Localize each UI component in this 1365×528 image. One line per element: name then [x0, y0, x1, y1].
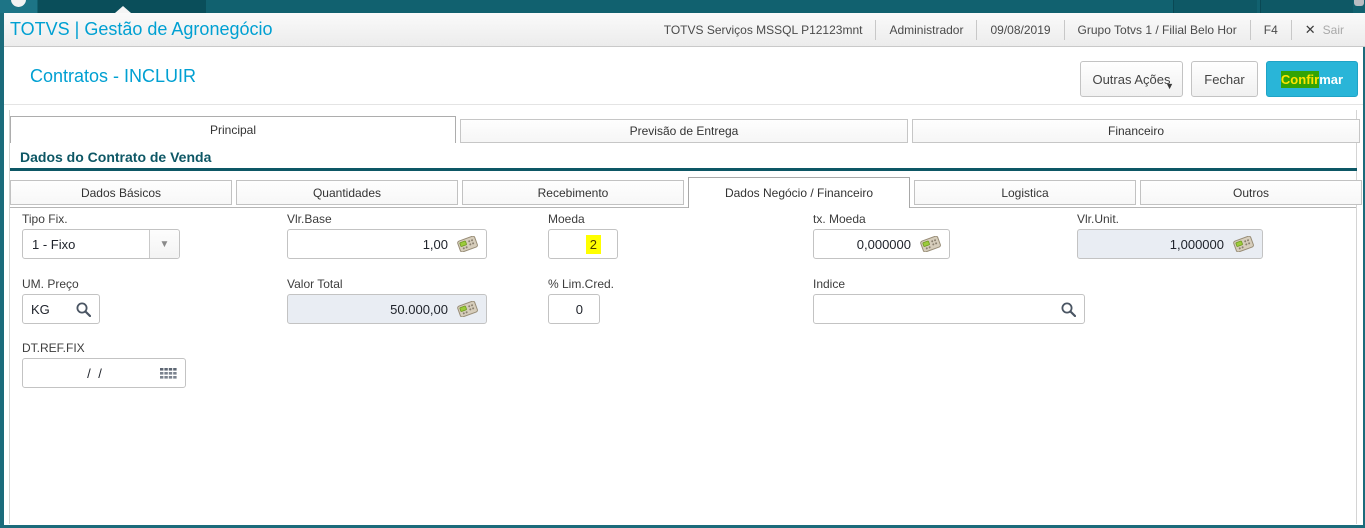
app-logo-icon: [11, 0, 26, 7]
section-title: Dados do Contrato de Venda: [20, 149, 212, 165]
subtab-label: Quantidades: [312, 185, 382, 200]
subtab-logistica[interactable]: Logistica: [914, 180, 1136, 205]
tx-moeda-input[interactable]: 0,000000: [813, 229, 950, 259]
subtab-recebimento[interactable]: Recebimento: [462, 180, 684, 205]
valor-total-input: 50.000,00: [287, 294, 487, 324]
tab-label: Previsão de Entrega: [629, 124, 739, 138]
vlr-unit-label: Vlr.Unit.: [1077, 212, 1120, 226]
chevron-down-icon: ▼: [1165, 81, 1174, 91]
calculator-icon[interactable]: [919, 236, 941, 252]
app-window: TOTVS | Gestão de Agronegócio TOTVS Serv…: [0, 0, 1365, 528]
calendar-icon[interactable]: [160, 367, 177, 379]
close-button-label: Fechar: [1204, 71, 1245, 87]
um-preco-input[interactable]: KG: [22, 294, 100, 324]
tipo-fix-label: Tipo Fix.: [22, 212, 68, 226]
group-branch-label[interactable]: Grupo Totvs 1 / Filial Belo Hor: [1063, 19, 1250, 40]
subtab-label: Logistica: [1001, 185, 1049, 200]
calculator-icon[interactable]: [1232, 236, 1254, 252]
system-date-label: 09/08/2019: [976, 19, 1063, 40]
dt-ref-fix-input[interactable]: / /: [22, 358, 186, 388]
subtab-baseline: [10, 207, 1356, 208]
search-icon[interactable]: [75, 301, 91, 317]
active-browser-tab[interactable]: [38, 0, 206, 13]
exit-button[interactable]: ✕ Sair: [1290, 19, 1357, 40]
panel-left-border: [9, 110, 10, 524]
header-status-area: TOTVS Serviços MSSQL P12123mnt Administr…: [651, 13, 1357, 46]
tipo-fix-value: 1 - Fixo: [32, 236, 76, 252]
subtab-label: Outros: [1232, 185, 1269, 200]
dt-ref-fix-label: DT.REF.FIX: [22, 341, 85, 355]
browser-home-corner[interactable]: [0, 0, 37, 13]
tab-previsao-de-entrega[interactable]: Previsão de Entrega: [460, 119, 908, 143]
indice-label: Indice: [813, 277, 846, 291]
subtab-label: Recebimento: [537, 185, 609, 200]
vlr-unit-input: 1,000000: [1077, 229, 1263, 259]
window-left-edge: [0, 13, 4, 528]
vlr-base-value: 1,00: [422, 236, 448, 252]
confirm-label-rest: mar: [1319, 71, 1344, 87]
vlr-base-label: Vlr.Base: [287, 212, 332, 226]
moeda-value-highlighted: 2: [585, 234, 601, 254]
other-actions-button[interactable]: Outras Ações ▼: [1080, 61, 1183, 97]
lim-cred-label: % Lim.Cred.: [548, 277, 615, 291]
vlr-unit-value: 1,000000: [1169, 236, 1224, 252]
calculator-icon[interactable]: [456, 301, 478, 317]
fkey-label: F4: [1249, 19, 1291, 40]
subtab-label: Dados Negócio / Financeiro: [724, 186, 874, 200]
active-tab-pointer-icon: [115, 6, 131, 13]
calculator-icon[interactable]: [456, 236, 478, 252]
logged-user-label: Administrador: [875, 19, 976, 40]
subtab-dados-basicos[interactable]: Dados Básicos: [10, 180, 232, 205]
app-header-bar: TOTVS | Gestão de Agronegócio TOTVS Serv…: [0, 13, 1365, 47]
tab-financeiro[interactable]: Financeiro: [912, 119, 1360, 143]
chevron-down-icon: ▼: [159, 238, 170, 250]
close-button[interactable]: Fechar: [1191, 61, 1258, 97]
server-environment-label: TOTVS Serviços MSSQL P12123mnt: [663, 22, 863, 37]
close-icon: ✕: [1304, 21, 1316, 37]
panel-right-border: [1356, 110, 1357, 524]
valor-total-label: Valor Total: [287, 277, 343, 291]
moeda-input[interactable]: 2: [548, 229, 618, 259]
subtab-outros[interactable]: Outros: [1140, 180, 1362, 205]
indice-input[interactable]: [813, 294, 1085, 324]
confirm-button[interactable]: Confirmar: [1266, 61, 1358, 97]
toolbar-divider: [4, 104, 1363, 105]
search-icon[interactable]: [1060, 301, 1076, 317]
tipo-fix-select[interactable]: 1 - Fixo ▼: [22, 229, 180, 259]
lim-cred-input[interactable]: 0: [548, 294, 600, 324]
exit-label: Sair: [1322, 22, 1344, 37]
um-preco-label: UM. Preço: [22, 277, 79, 291]
combo-arrow-button[interactable]: ▼: [149, 230, 179, 258]
subtab-label: Dados Básicos: [80, 185, 162, 200]
app-title: TOTVS | Gestão de Agronegócio: [10, 19, 273, 39]
subtab-dados-negocio-financeiro[interactable]: Dados Negócio / Financeiro: [688, 177, 910, 208]
subtab-quantidades[interactable]: Quantidades: [236, 180, 458, 205]
tab-principal[interactable]: Principal: [10, 116, 456, 143]
browser-top-strip: [0, 0, 1365, 13]
valor-total-value: 50.000,00: [390, 301, 448, 317]
other-actions-label: Outras Ações: [1092, 71, 1171, 87]
tx-moeda-label: tx. Moeda: [813, 212, 866, 226]
top-strip-segment: [1260, 0, 1353, 13]
lim-cred-value: 0: [575, 301, 583, 317]
tab-label: Financeiro: [1107, 124, 1165, 138]
top-strip-segment: [1173, 0, 1257, 13]
dt-ref-fix-value: / /: [87, 365, 104, 381]
tab-label: Principal: [209, 123, 257, 137]
section-underline: [10, 168, 1357, 171]
vlr-base-input[interactable]: 1,00: [287, 229, 487, 259]
confirm-label-highlighted: Confir: [1280, 70, 1320, 88]
um-preco-value: KG: [31, 301, 50, 317]
page-title: Contratos - INCLUIR: [30, 66, 197, 86]
scrollbar-top-cap: [1354, 0, 1364, 6]
tx-moeda-value: 0,000000: [856, 236, 911, 252]
moeda-label: Moeda: [548, 212, 585, 226]
